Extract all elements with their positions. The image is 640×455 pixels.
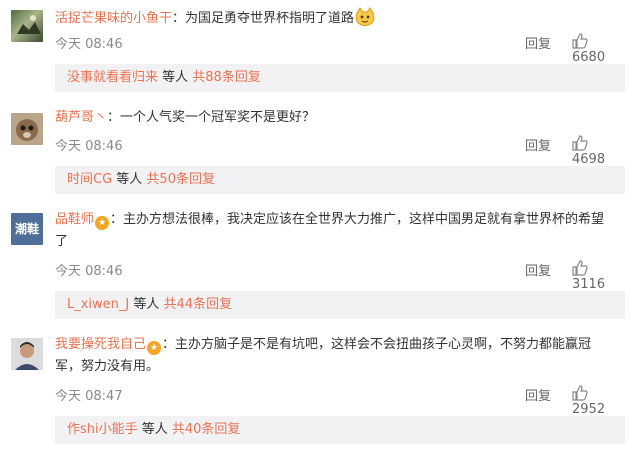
avatar[interactable] <box>11 338 43 370</box>
like-count: 2952 <box>572 402 606 417</box>
timestamp: 今天 08:46 <box>55 139 123 154</box>
comment-meta: 今天 08:46 回复 4698 <box>55 135 625 167</box>
username-link[interactable]: 活捉芒果味的小鱼干 <box>55 11 172 26</box>
timestamp: 今天 08:47 <box>55 389 123 404</box>
reply-button[interactable]: 回复 <box>525 135 551 154</box>
reply-user[interactable]: 作shi小能手 <box>67 422 138 437</box>
like-count: 6680 <box>572 50 606 65</box>
comment-content: ：为国足勇夺世界杯指明了道路 <box>172 11 355 26</box>
vip-badge-icon: ★ <box>95 216 110 230</box>
comment-content: ：主办方脑子是不是有坑吧，这样会不会扭曲孩子心灵啊，不努力都能赢冠 <box>162 337 592 352</box>
reply-button[interactable]: 回复 <box>525 385 551 404</box>
thumbs-up-icon <box>572 135 588 151</box>
reply-text: 等人 <box>112 172 147 187</box>
avatar[interactable] <box>11 113 43 145</box>
reply-text: 等人 <box>158 70 193 85</box>
replies-summary[interactable]: 作shi小能手 等人 共40条回复 <box>55 416 625 444</box>
like-count: 4698 <box>572 152 606 167</box>
reply-button[interactable]: 回复 <box>525 33 551 52</box>
avatar-text: 潮鞋 <box>14 222 39 236</box>
thumbs-up-icon <box>572 260 588 276</box>
reply-user[interactable]: L_xiwen_J <box>67 297 129 312</box>
timestamp: 今天 08:46 <box>55 37 123 52</box>
username-link[interactable]: 葫芦哥丶 <box>55 110 107 125</box>
avatar-image <box>16 119 38 141</box>
avatar[interactable]: 潮鞋 <box>11 213 43 245</box>
reply-count[interactable]: 共44条回复 <box>164 297 233 312</box>
comment-text: 我要操死我自己 ★ ：主办方脑子是不是有坑吧，这样会不会扭曲孩子心灵啊，不努力都能赢… <box>55 334 625 378</box>
comment-meta: 今天 08:46 回复 3116 <box>55 260 625 292</box>
comment-meta: 今天 08:46 回复 6680 <box>55 33 625 65</box>
like-button[interactable]: 6680 <box>572 33 625 65</box>
comment-meta: 今天 08:47 回复 2952 <box>55 385 625 417</box>
comment-content-cont: 了 <box>55 234 69 249</box>
replies-summary[interactable]: 没事就看看归来 等人 共88条回复 <box>55 64 625 92</box>
comment-text: 葫芦哥丶：一个人气奖一个冠军奖不是更好？ <box>55 107 625 129</box>
replies-summary[interactable]: 时间CG 等人 共50条回复 <box>55 166 625 194</box>
reply-count[interactable]: 共40条回复 <box>172 422 241 437</box>
thumbs-up-icon <box>572 33 588 49</box>
like-button[interactable]: 4698 <box>572 135 625 167</box>
vip-badge-icon: ★ <box>147 341 162 355</box>
reply-text: 等人 <box>137 422 172 437</box>
like-button[interactable]: 3116 <box>572 260 625 292</box>
comment-content: ：主办方想法很棒，我决定应该在全世界大力推广，这样中国男足就有拿世界杯的希望 <box>110 212 605 227</box>
username-link[interactable]: 我要操死我自己 <box>55 337 146 352</box>
comment-text: 品鞋师 ★ ：主办方想法很棒，我决定应该在全世界大力推广，这样中国男足就有拿世界杯的… <box>55 209 625 253</box>
avatar[interactable] <box>11 10 43 42</box>
cat-emoji-icon <box>354 7 376 35</box>
comment-text: 活捉芒果味的小鱼干：为国足勇夺世界杯指明了道路 <box>55 7 625 35</box>
like-count: 3116 <box>572 277 606 292</box>
thumbs-up-icon <box>572 385 588 401</box>
avatar-image <box>17 15 41 34</box>
reply-count[interactable]: 共50条回复 <box>146 172 215 187</box>
timestamp: 今天 08:46 <box>55 264 123 279</box>
comment-content-cont: 军，努力没有用。 <box>55 359 160 374</box>
username-link[interactable]: 品鞋师 <box>55 212 94 227</box>
reply-count[interactable]: 共88条回复 <box>192 70 261 85</box>
reply-user[interactable]: 时间CG <box>67 172 112 187</box>
replies-summary[interactable]: L_xiwen_J 等人 共44条回复 <box>55 291 625 319</box>
comment-content: ：一个人气奖一个冠军奖不是更好？ <box>107 110 316 125</box>
reply-user[interactable]: 没事就看看归来 <box>67 70 158 85</box>
avatar-image <box>15 342 39 370</box>
reply-button[interactable]: 回复 <box>525 260 551 279</box>
like-button[interactable]: 2952 <box>572 385 625 417</box>
reply-text: 等人 <box>129 297 164 312</box>
